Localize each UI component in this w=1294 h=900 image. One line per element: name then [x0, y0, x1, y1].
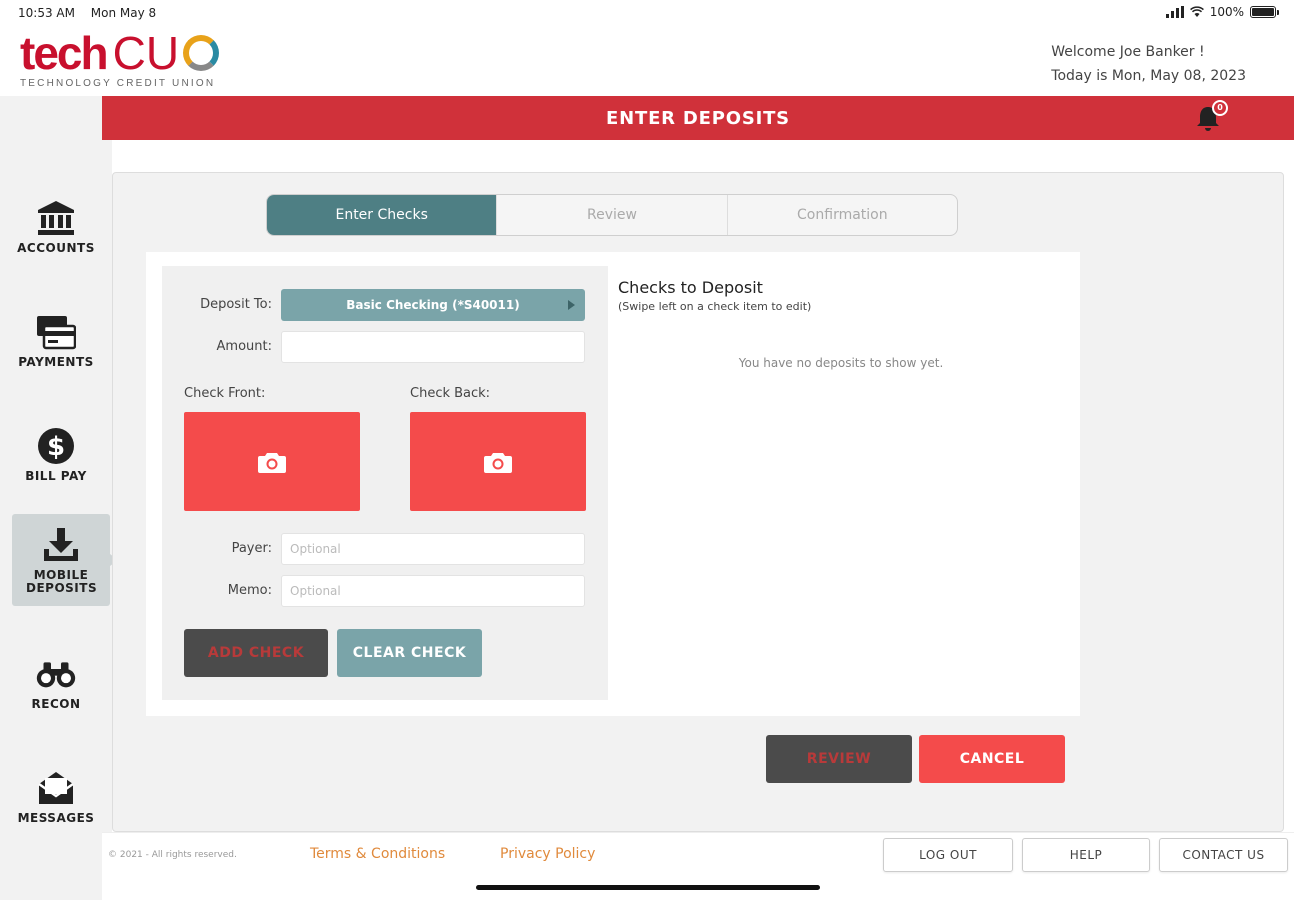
bank-icon	[36, 198, 76, 238]
logo-tech-text: tech	[20, 27, 109, 79]
help-button[interactable]: HELP	[1022, 838, 1150, 872]
payer-input[interactable]: Optional	[281, 533, 585, 565]
copyright-text: © 2021 - All rights reserved.	[108, 850, 237, 860]
deposit-to-select[interactable]: Basic Checking (*S40011)	[281, 289, 585, 321]
check-front-label: Check Front:	[184, 386, 266, 401]
sidebar-item-recon[interactable]: RECON	[0, 636, 112, 728]
checks-to-deposit-title: Checks to Deposit	[618, 278, 763, 297]
logo-ring-icon	[183, 35, 220, 71]
checks-to-deposit-subtitle: (Swipe left on a check item to edit)	[618, 300, 812, 313]
deposit-stepper: Enter Checks Review Confirmation	[266, 194, 958, 236]
sidebar: ACCOUNTS PAYMENTS $ BILL PAY MOBILE DEPO…	[0, 96, 118, 900]
status-time: 10:53 AM	[18, 6, 75, 20]
review-button[interactable]: REVIEW	[766, 735, 912, 783]
sidebar-item-label: MESSAGES	[17, 810, 95, 825]
camera-icon	[484, 452, 512, 473]
techcu-logo: tech CU TECHNOLOGY CREDIT UNION	[20, 30, 240, 92]
deposit-to-value: Basic Checking (*S40011)	[346, 298, 520, 312]
contact-us-button[interactable]: CONTACT US	[1159, 838, 1288, 872]
download-tray-icon	[41, 525, 81, 565]
notification-badge: 0	[1212, 100, 1228, 116]
payer-label: Payer:	[231, 541, 272, 556]
cancel-button[interactable]: CANCEL	[919, 735, 1065, 783]
today-text: Today is Mon, May 08, 2023	[1051, 68, 1246, 84]
add-check-button[interactable]: ADD CHECK	[184, 629, 328, 677]
amount-input[interactable]	[281, 331, 585, 363]
welcome-block: Welcome Joe Banker ! Today is Mon, May 0…	[1051, 40, 1246, 88]
payer-placeholder: Optional	[290, 542, 341, 556]
sidebar-item-mobile-deposits[interactable]: MOBILE DEPOSITS	[12, 514, 118, 606]
sidebar-item-accounts[interactable]: ACCOUNTS	[0, 180, 112, 272]
welcome-text: Welcome Joe Banker !	[1051, 44, 1205, 60]
empty-deposits-message: You have no deposits to show yet.	[738, 356, 944, 370]
wifi-icon	[1189, 6, 1204, 17]
status-bar: 10:53 AM Mon May 8 100%	[0, 0, 1294, 26]
binoculars-icon	[36, 654, 76, 694]
envelope-icon	[36, 768, 76, 808]
notification-bell[interactable]: 0	[1194, 100, 1228, 132]
credit-card-icon	[36, 312, 76, 352]
deposit-to-label: Deposit To:	[200, 297, 272, 312]
svg-text:$: $	[47, 432, 65, 462]
caret-right-icon	[568, 300, 575, 310]
sidebar-item-label: RECON	[31, 696, 81, 711]
check-back-capture[interactable]	[410, 412, 586, 511]
clear-check-button[interactable]: CLEAR CHECK	[337, 629, 482, 677]
battery-percent: 100%	[1209, 5, 1244, 19]
check-front-capture[interactable]	[184, 412, 360, 511]
sidebar-item-label: BILL PAY	[25, 468, 87, 483]
sidebar-item-payments[interactable]: PAYMENTS	[0, 294, 112, 386]
logout-button[interactable]: LOG OUT	[883, 838, 1013, 872]
step-review[interactable]: Review	[497, 195, 728, 235]
battery-icon	[1250, 6, 1279, 18]
home-indicator[interactable]	[476, 885, 820, 890]
cellular-signal-icon	[1165, 6, 1184, 18]
privacy-link[interactable]: Privacy Policy	[500, 846, 595, 862]
memo-label: Memo:	[227, 583, 272, 598]
dollar-coin-icon: $	[36, 426, 76, 466]
sidebar-item-bill-pay[interactable]: $ BILL PAY	[0, 408, 112, 500]
sidebar-item-label: ACCOUNTS	[17, 240, 95, 255]
memo-input[interactable]: Optional	[281, 575, 585, 607]
memo-placeholder: Optional	[290, 584, 341, 598]
page-title: ENTER DEPOSITS	[606, 107, 790, 129]
sidebar-item-label: MOBILE DEPOSITS	[26, 568, 98, 595]
step-enter-checks[interactable]: Enter Checks	[267, 195, 498, 235]
check-back-label: Check Back:	[410, 386, 491, 401]
sidebar-item-label: PAYMENTS	[18, 354, 94, 369]
terms-link[interactable]: Terms & Conditions	[310, 846, 445, 862]
logo-cu-text: CU	[112, 27, 180, 79]
logo-subtitle: TECHNOLOGY CREDIT UNION	[20, 78, 216, 89]
page-header-bar: ENTER DEPOSITS 0	[102, 96, 1294, 140]
camera-icon	[258, 452, 286, 473]
amount-label: Amount:	[216, 339, 272, 354]
step-confirmation[interactable]: Confirmation	[728, 195, 957, 235]
status-date: Mon May 8	[90, 6, 157, 20]
sidebar-item-messages[interactable]: MESSAGES	[0, 750, 112, 842]
